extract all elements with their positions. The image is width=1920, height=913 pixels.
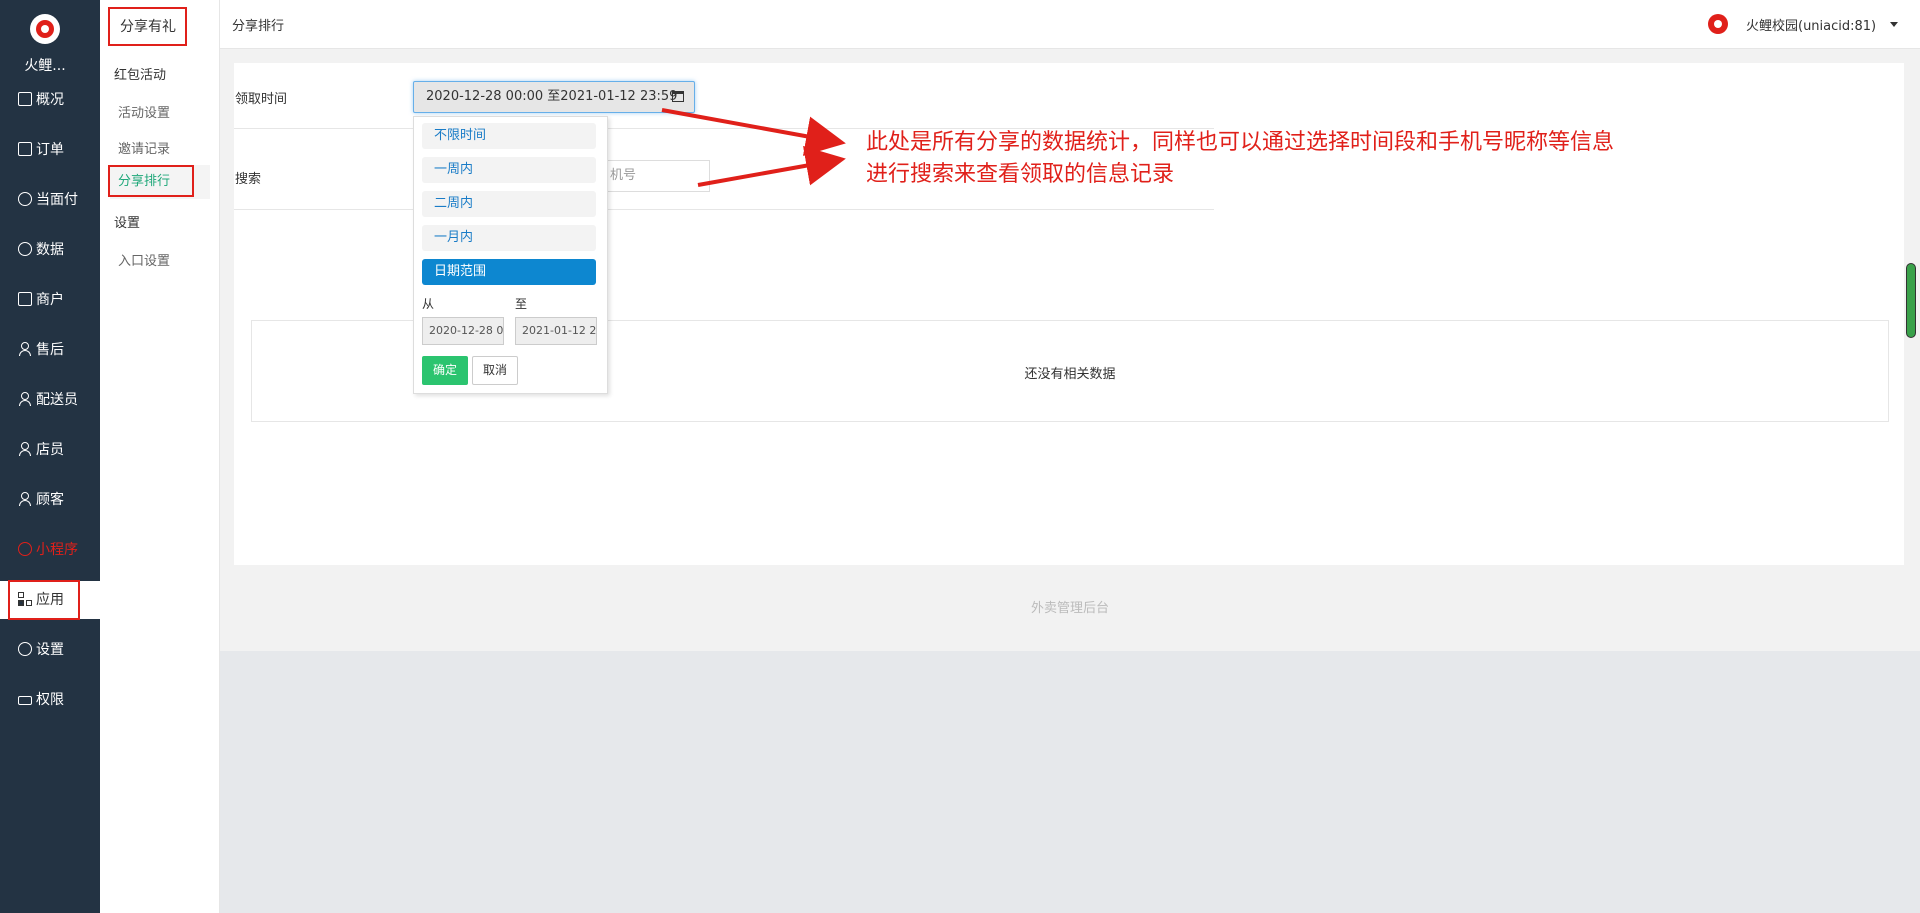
annotation-note: 此处是所有分享的数据统计，同样也可以通过选择时间段和手机号昵称等信息 进行搜索来… xyxy=(866,127,1766,191)
annotation-line-1: 此处是所有分享的数据统计，同样也可以通过选择时间段和手机号昵称等信息 xyxy=(866,130,1615,155)
arrow-to-date xyxy=(661,108,846,156)
scrollbar[interactable] xyxy=(1906,263,1916,338)
arrow-to-search xyxy=(697,145,846,187)
annotation-line-2: 进行搜索来查看领取的信息记录 xyxy=(866,162,1175,187)
